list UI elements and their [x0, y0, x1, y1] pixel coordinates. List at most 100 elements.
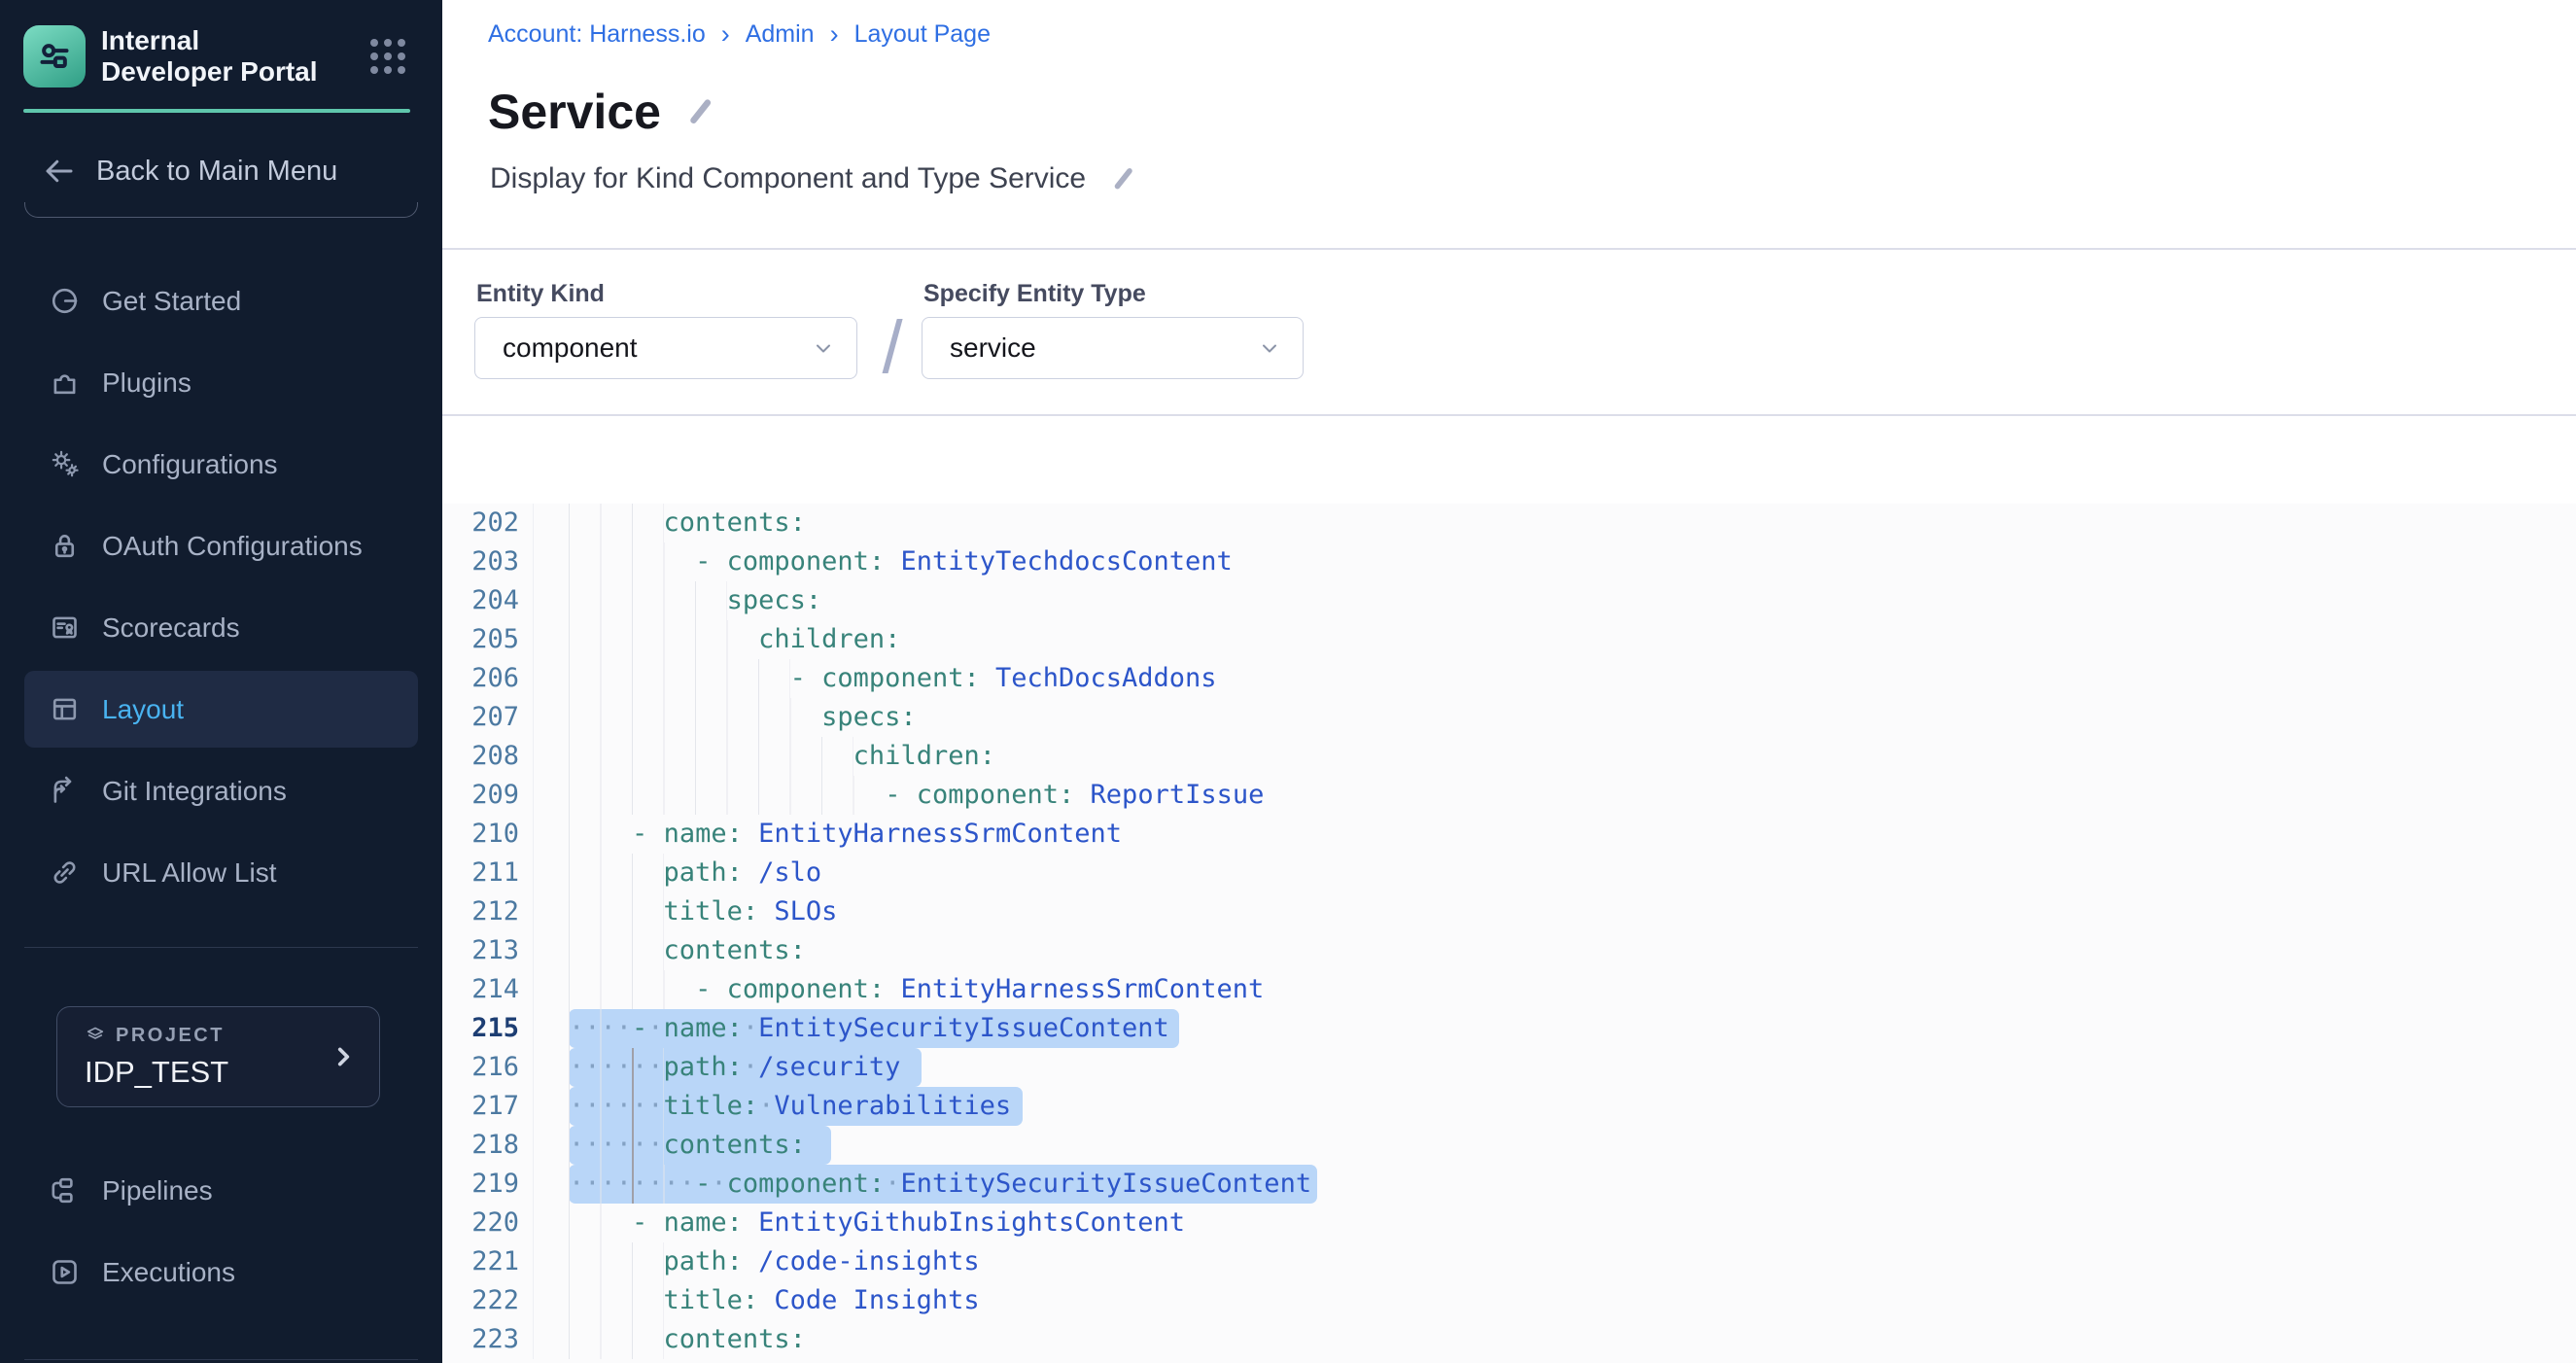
sidebar-item-label: Pipelines: [102, 1175, 213, 1206]
sidebar-nav: Get Started Plugins Configurations: [0, 262, 442, 911]
code-line[interactable]: 219········-·component:·EntitySecurityIs…: [442, 1165, 2576, 1204]
line-number: 209: [442, 776, 534, 815]
code-line[interactable]: 212title: SLOs: [442, 892, 2576, 931]
configurations-icon: [49, 448, 81, 480]
entity-kind-value: component: [503, 332, 638, 364]
page-subtitle: Display for Kind Component and Type Serv…: [490, 162, 1086, 195]
line-number: 210: [442, 815, 534, 854]
code-line[interactable]: 215····-·name:·EntitySecurityIssueConten…: [442, 1009, 2576, 1048]
line-number: 221: [442, 1242, 534, 1281]
sidebar-item-git-integrations[interactable]: Git Integrations: [24, 752, 418, 829]
line-number: 217: [442, 1087, 534, 1126]
code-line[interactable]: 211path: /slo: [442, 854, 2576, 892]
section-divider: [442, 248, 2576, 250]
line-number: 214: [442, 970, 534, 1009]
code-line[interactable]: 214- component: EntityHarnessSrmContent: [442, 970, 2576, 1009]
sidebar-item-executions[interactable]: Executions: [24, 1234, 418, 1311]
back-arrow-icon: [42, 154, 77, 189]
code-line[interactable]: 210- name: EntityHarnessSrmContent: [442, 815, 2576, 854]
sidebar: Internal Developer Portal Back to Main M…: [0, 0, 442, 1363]
back-label: Back to Main Menu: [96, 156, 337, 188]
breadcrumb-separator-icon: ›: [830, 19, 839, 50]
code-line[interactable]: 223contents:: [442, 1320, 2576, 1359]
breadcrumb-layout-page-link[interactable]: Layout Page: [854, 20, 991, 49]
sidebar-item-label: URL Allow List: [102, 857, 276, 889]
sidebar-item-plugins[interactable]: Plugins: [24, 344, 418, 421]
sidebar-item-label: OAuth Configurations: [102, 531, 363, 562]
code-line[interactable]: 220- name: EntityGithubInsightsContent: [442, 1204, 2576, 1242]
line-number: 218: [442, 1126, 534, 1165]
edit-subtitle-button[interactable]: [1111, 166, 1136, 192]
project-selector[interactable]: PROJECT IDP_TEST: [56, 1006, 380, 1107]
accent-rule: [23, 109, 410, 113]
code-line[interactable]: 202contents:: [442, 504, 2576, 542]
sidebar-item-label: Git Integrations: [102, 776, 287, 807]
back-to-main-menu-button[interactable]: Back to Main Menu: [24, 154, 418, 189]
code-line[interactable]: 213contents:: [442, 931, 2576, 970]
sidebar-item-label: Executions: [102, 1257, 235, 1288]
line-number: 219: [442, 1165, 534, 1204]
sidebar-item-pipelines[interactable]: Pipelines: [24, 1152, 418, 1229]
line-number: 223: [442, 1320, 534, 1359]
line-number: 216: [442, 1048, 534, 1087]
main-content: Account: Harness.io › Admin › Layout Pag…: [442, 0, 2576, 1363]
code-line[interactable]: 204specs:: [442, 581, 2576, 620]
active-indent-guide: [632, 1048, 634, 1204]
sidebar-item-scorecards[interactable]: Scorecards: [24, 589, 418, 666]
chevron-down-icon: [812, 336, 835, 360]
git-integrations-icon: [49, 775, 81, 807]
sidebar-item-get-started[interactable]: Get Started: [24, 262, 418, 339]
entity-kind-dropdown[interactable]: component: [474, 317, 857, 379]
sidebar-item-oauth-configurations[interactable]: OAuth Configurations: [24, 507, 418, 584]
code-line[interactable]: 205children:: [442, 620, 2576, 659]
line-number: 213: [442, 931, 534, 970]
logo-row: Internal Developer Portal: [0, 0, 442, 87]
code-line[interactable]: 203- component: EntityTechdocsContent: [442, 542, 2576, 581]
edit-title-button[interactable]: [686, 97, 715, 126]
page-title: Service: [488, 84, 661, 140]
sidebar-item-configurations[interactable]: Configurations: [24, 426, 418, 503]
line-number: 203: [442, 542, 534, 581]
scorecards-icon: [49, 612, 81, 644]
sidebar-item-label: Get Started: [102, 286, 241, 317]
sidebar-item-label: Plugins: [102, 367, 191, 399]
breadcrumb-account-link[interactable]: Account: Harness.io: [488, 20, 706, 49]
entity-type-value: service: [950, 332, 1036, 364]
code-line[interactable]: 209- component: ReportIssue: [442, 776, 2576, 815]
yaml-editor[interactable]: 202contents:203- component: EntityTechdo…: [442, 504, 2576, 1363]
line-number: 204: [442, 581, 534, 620]
code-lines: 202contents:203- component: EntityTechdo…: [442, 504, 2576, 1359]
breadcrumb: Account: Harness.io › Admin › Layout Pag…: [488, 19, 991, 50]
layout-icon: [49, 693, 81, 725]
breadcrumb-admin-link[interactable]: Admin: [746, 20, 815, 49]
project-label: PROJECT: [116, 1025, 225, 1047]
oauth-lock-icon: [49, 530, 81, 562]
code-line[interactable]: 216······path:·/security: [442, 1048, 2576, 1087]
sidebar-item-label: Configurations: [102, 449, 278, 480]
code-line[interactable]: 218······contents:: [442, 1126, 2576, 1165]
app-logo-icon[interactable]: [23, 25, 86, 87]
line-number: 207: [442, 698, 534, 737]
line-number: 208: [442, 737, 534, 776]
code-line[interactable]: 206- component: TechDocsAddons: [442, 659, 2576, 698]
layers-icon: [85, 1025, 106, 1046]
code-line[interactable]: 207specs:: [442, 698, 2576, 737]
breadcrumb-separator-icon: ›: [721, 19, 730, 50]
entity-type-dropdown[interactable]: service: [922, 317, 1304, 379]
project-name: IDP_TEST: [85, 1055, 228, 1090]
kind-type-separator: /: [862, 311, 922, 385]
sidebar-divider: [24, 947, 418, 948]
code-line[interactable]: 221path: /code-insights: [442, 1242, 2576, 1281]
line-number: 206: [442, 659, 534, 698]
sidebar-item-layout[interactable]: Layout: [24, 671, 418, 748]
app-title: Internal Developer Portal: [101, 25, 334, 87]
apps-grid-icon[interactable]: [370, 39, 405, 74]
code-line[interactable]: 222title: Code Insights: [442, 1281, 2576, 1320]
code-line[interactable]: 217······title:·Vulnerabilities: [442, 1087, 2576, 1126]
entity-kind-label: Entity Kind: [476, 280, 605, 308]
code-line[interactable]: 208children:: [442, 737, 2576, 776]
sidebar-item-url-allow-list[interactable]: URL Allow List: [24, 834, 418, 911]
line-number: 220: [442, 1204, 534, 1242]
line-number: 205: [442, 620, 534, 659]
line-number: 211: [442, 854, 534, 892]
